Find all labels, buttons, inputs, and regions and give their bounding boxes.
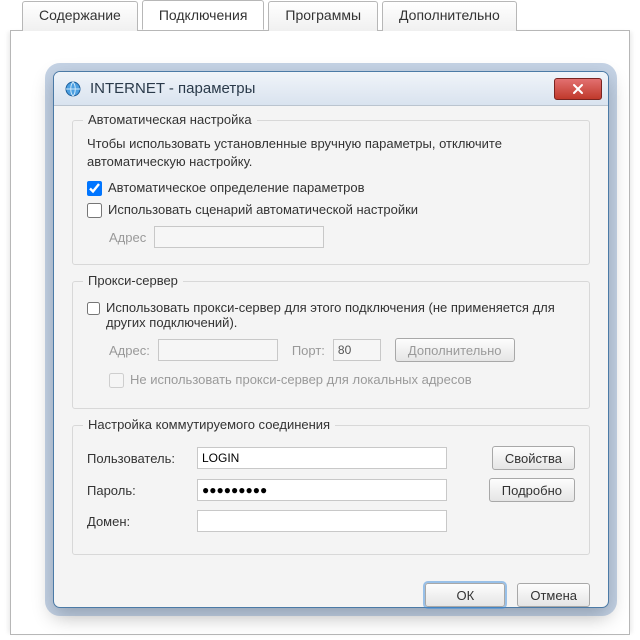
dialup-password-input[interactable] <box>197 479 447 501</box>
proxy-address-row: Адрес: Порт: Дополнительно <box>109 338 575 362</box>
tab-content[interactable]: Содержание <box>22 1 138 31</box>
checkbox-use-proxy-input[interactable] <box>87 301 100 316</box>
dialog-title: INTERNET - параметры <box>90 80 554 97</box>
checkbox-auto-detect-label: Автоматическое определение параметров <box>108 180 365 195</box>
proxy-port-input <box>333 339 381 361</box>
dialup-password-label: Пароль: <box>87 483 197 498</box>
dialup-domain-row: Домен: <box>87 510 575 532</box>
checkbox-bypass-local-label: Не использовать прокси-сервер для локаль… <box>130 372 472 387</box>
checkbox-use-script[interactable]: Использовать сценарий автоматической нас… <box>87 202 575 218</box>
internet-settings-dialog: INTERNET - параметры Автоматическая наст… <box>53 71 609 608</box>
auto-config-desc: Чтобы использовать установленные вручную… <box>87 135 575 170</box>
proxy-address-input <box>158 339 278 361</box>
dialup-user-row: Пользователь: Свойства <box>87 446 575 470</box>
tab-advanced[interactable]: Дополнительно <box>382 1 517 31</box>
script-address-input <box>154 226 324 248</box>
checkbox-bypass-local-input <box>109 373 124 388</box>
checkbox-bypass-local: Не использовать прокси-сервер для локаль… <box>109 372 575 388</box>
dialog-titlebar: INTERNET - параметры <box>54 72 608 106</box>
internet-icon <box>64 80 82 98</box>
proxy-address-label: Адрес: <box>109 343 150 358</box>
script-address-row: Адрес <box>109 226 575 248</box>
dialog-footer: ОК Отмена <box>54 571 608 607</box>
group-dialup-legend: Настройка коммутируемого соединения <box>83 417 335 432</box>
group-auto-config: Автоматическая настройка Чтобы использов… <box>72 120 590 265</box>
ok-button[interactable]: ОК <box>425 583 505 607</box>
checkbox-auto-detect-input[interactable] <box>87 181 102 196</box>
cancel-button[interactable]: Отмена <box>517 583 590 607</box>
checkbox-use-script-label: Использовать сценарий автоматической нас… <box>108 202 418 217</box>
script-address-label: Адрес <box>109 230 146 245</box>
tab-programs[interactable]: Программы <box>268 1 378 31</box>
checkbox-use-proxy-label: Использовать прокси-сервер для этого под… <box>106 300 575 330</box>
dialup-domain-label: Домен: <box>87 514 197 529</box>
proxy-port-label: Порт: <box>292 343 325 358</box>
dialup-properties-button[interactable]: Свойства <box>492 446 575 470</box>
dialup-details-button[interactable]: Подробно <box>489 478 575 502</box>
group-proxy: Прокси-сервер Использовать прокси-сервер… <box>72 281 590 409</box>
dialup-domain-input[interactable] <box>197 510 447 532</box>
close-button[interactable] <box>554 78 602 100</box>
checkbox-use-proxy[interactable]: Использовать прокси-сервер для этого под… <box>87 300 575 330</box>
dialup-user-input[interactable] <box>197 447 447 469</box>
group-proxy-legend: Прокси-сервер <box>83 273 183 288</box>
outer-tab-bar: Содержание Подключения Программы Дополни… <box>0 0 640 30</box>
tab-connections[interactable]: Подключения <box>142 0 265 30</box>
tab-panel: INTERNET - параметры Автоматическая наст… <box>10 30 630 635</box>
checkbox-auto-detect[interactable]: Автоматическое определение параметров <box>87 180 575 196</box>
checkbox-use-script-input[interactable] <box>87 203 102 218</box>
group-auto-config-legend: Автоматическая настройка <box>83 112 257 127</box>
proxy-advanced-button: Дополнительно <box>395 338 515 362</box>
dialup-password-row: Пароль: Подробно <box>87 478 575 502</box>
group-dialup: Настройка коммутируемого соединения Поль… <box>72 425 590 555</box>
dialup-user-label: Пользователь: <box>87 451 197 466</box>
